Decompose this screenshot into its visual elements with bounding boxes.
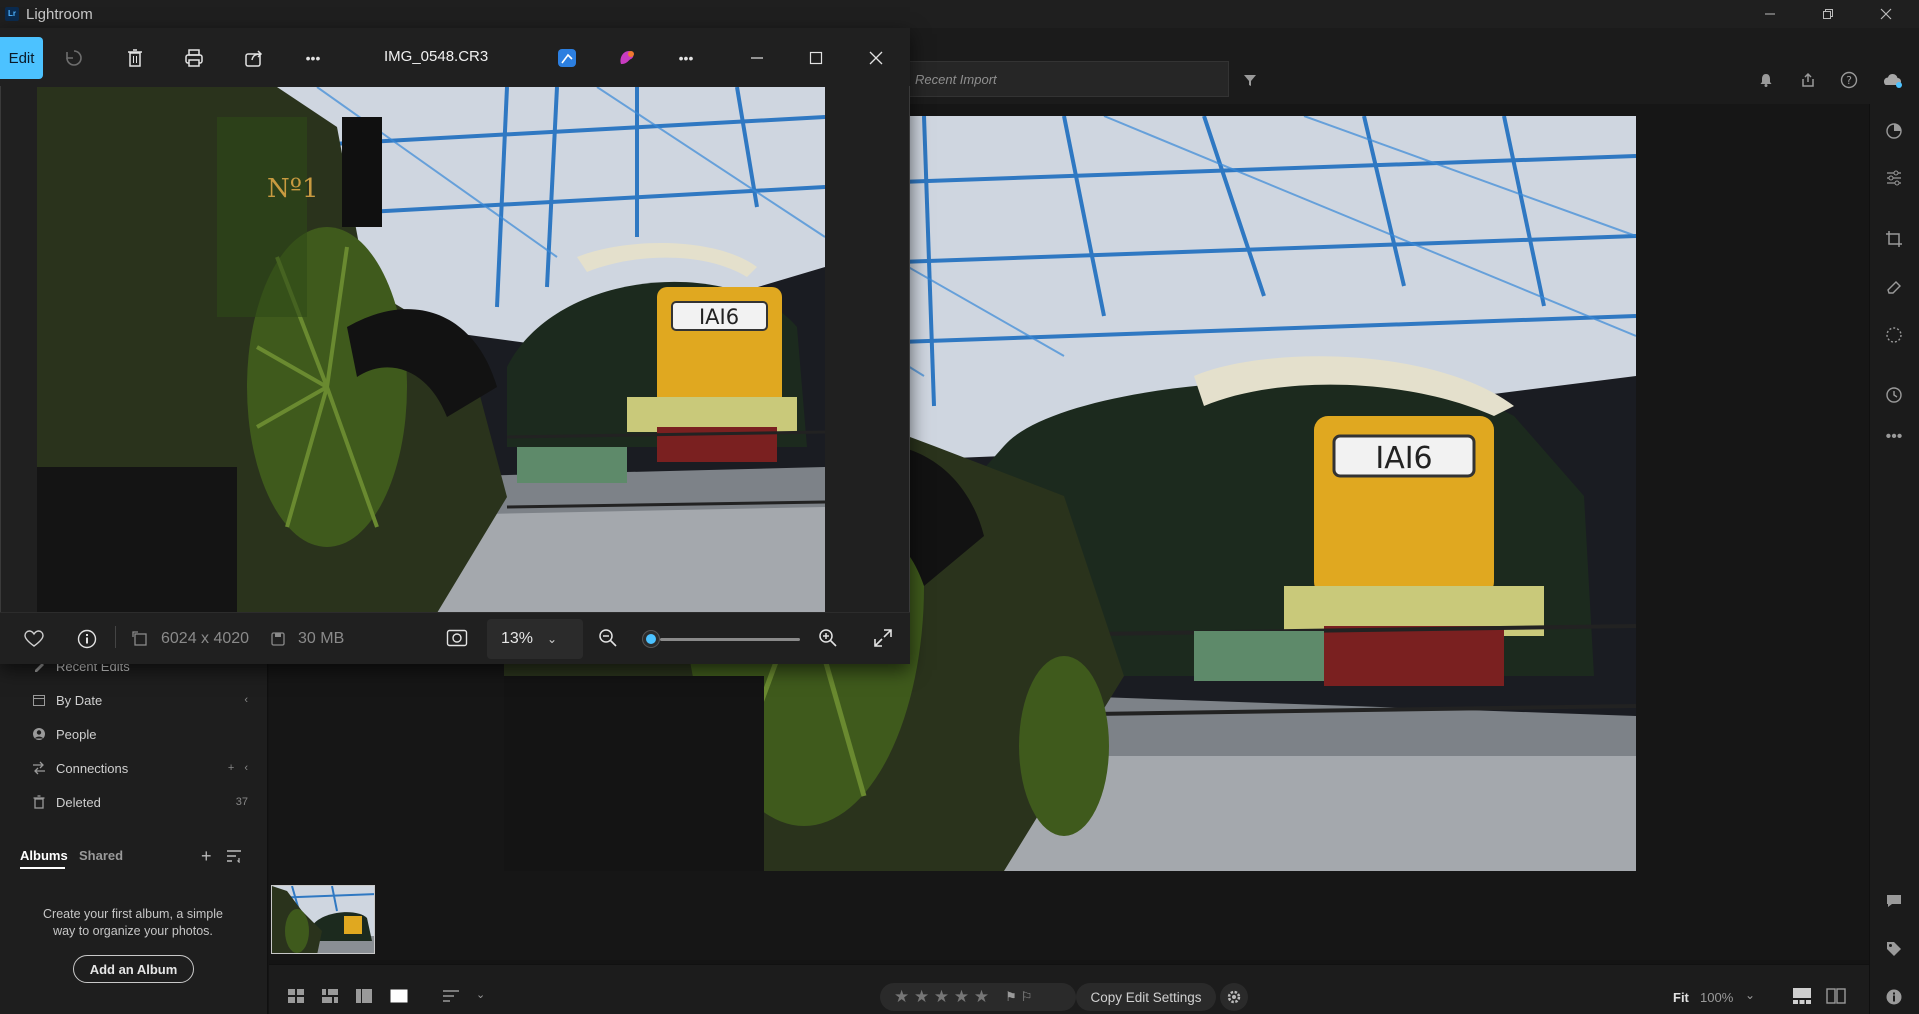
maximize-icon[interactable] (803, 45, 829, 71)
deleted-count: 37 (235, 796, 248, 808)
minimize-icon[interactable] (1742, 0, 1798, 28)
sort-icon[interactable] (442, 988, 460, 1004)
help-icon[interactable]: ? (1837, 68, 1861, 92)
lightroom-logo: Lr (5, 7, 19, 21)
cloud-sync-icon[interactable] (1880, 68, 1904, 92)
actual-size-icon[interactable] (446, 628, 468, 648)
fullscreen-icon[interactable] (873, 628, 893, 648)
lightroom-titlebar (0, 0, 1919, 28)
search-input[interactable]: Recent Import (900, 61, 1229, 97)
fit-zoom-option[interactable]: Fit (1673, 990, 1689, 1005)
close-icon[interactable] (863, 45, 889, 71)
zoom-100-option[interactable]: 100% (1700, 990, 1733, 1005)
compare-view-icon[interactable] (1826, 987, 1846, 1005)
show-filmstrip-icon[interactable] (1792, 987, 1812, 1005)
more-options-icon[interactable]: ••• (1883, 426, 1905, 448)
viewer-photo[interactable]: IAI6 Nº1 (37, 87, 825, 613)
sidebar-item-label: Connections (56, 760, 129, 776)
keyword-tag-icon[interactable] (1883, 938, 1905, 960)
history-icon[interactable] (1883, 384, 1905, 406)
svg-text:IAI6: IAI6 (699, 305, 739, 329)
dimensions-icon (132, 631, 148, 647)
zoom-value: 13% (501, 630, 534, 647)
bell-icon[interactable] (1754, 68, 1778, 92)
svg-text:?: ? (1846, 74, 1852, 87)
sidebar-item-connections[interactable]: Connections + ‹ (0, 751, 268, 785)
zoom-select[interactable]: 13% ⌄ (487, 619, 583, 659)
photo-editor-app-icon[interactable] (554, 45, 580, 71)
edit-button[interactable]: Edit (0, 37, 43, 79)
sort-dropdown-icon[interactable]: ⌄ (476, 988, 485, 1001)
file-size: 30 MB (298, 630, 345, 647)
detail-view-icon[interactable] (390, 988, 408, 1004)
filmstrip (269, 880, 1869, 960)
person-icon (32, 727, 46, 741)
tab-albums[interactable]: Albums (20, 848, 68, 863)
app-title: Lightroom (26, 6, 93, 23)
masking-icon[interactable] (1883, 324, 1905, 346)
sidebar-item-label: By Date (56, 692, 103, 708)
square-grid-icon[interactable] (287, 988, 305, 1004)
sort-albums-icon[interactable] (226, 849, 242, 863)
minimize-icon[interactable] (744, 45, 770, 71)
zoom-dropdown-icon[interactable]: ⌄ (1745, 988, 1755, 1002)
close-window-icon[interactable] (1858, 0, 1914, 28)
print-icon[interactable] (181, 45, 207, 71)
copy-edit-settings-button[interactable]: Copy Edit Settings (1076, 983, 1216, 1011)
zoom-in-icon[interactable] (818, 628, 838, 648)
trash-icon (32, 795, 46, 809)
chevron-left-icon[interactable]: ‹ (244, 762, 248, 774)
rating-stars[interactable]: ★ ★ ★ ★ ★ (894, 987, 989, 1007)
more-apps-icon[interactable]: ••• (673, 45, 699, 71)
svg-text:Nº1: Nº1 (267, 174, 319, 204)
share-icon[interactable] (1796, 68, 1820, 92)
album-empty-hint: Create your first album, a simple way to… (43, 907, 223, 938)
restore-icon[interactable] (1800, 0, 1856, 28)
star-rating[interactable]: ★ ★ ★ ★ ★ ⚑ ⚐ (880, 983, 1076, 1011)
photo-grid-icon[interactable] (321, 988, 339, 1004)
add-album-icon[interactable]: + (201, 846, 212, 867)
filmstrip-view-icon[interactable] (355, 988, 373, 1004)
flag-reject-icon[interactable]: ⚐ (1021, 989, 1033, 1005)
flag-pick-icon[interactable]: ⚑ (1005, 989, 1017, 1005)
edit-sliders-icon[interactable] (1883, 167, 1905, 189)
connections-icon (32, 761, 46, 775)
sidebar-item-deleted[interactable]: Deleted 37 (0, 785, 268, 819)
calendar-icon (32, 693, 46, 707)
svg-text:IAI6: IAI6 (1375, 441, 1432, 476)
file-name: IMG_0548.CR3 (384, 48, 489, 65)
sidebar-item-people[interactable]: People (0, 717, 268, 751)
eraser-icon[interactable] (1883, 276, 1905, 298)
rotate-icon[interactable] (61, 45, 87, 71)
sidebar-item-label: People (56, 726, 97, 742)
add-connection-icon[interactable]: + (228, 762, 234, 774)
share-icon[interactable] (241, 45, 267, 71)
file-info-icon[interactable] (77, 629, 97, 649)
more-options-icon[interactable]: ••• (300, 45, 326, 71)
designer-app-icon[interactable] (614, 45, 640, 71)
filmstrip-thumbnail[interactable] (271, 885, 375, 954)
sidebar-item-label: Deleted (56, 794, 101, 810)
delete-icon[interactable] (122, 45, 148, 71)
filesize-icon (270, 631, 286, 647)
add-album-button[interactable]: Add an Album (73, 955, 194, 983)
tab-shared[interactable]: Shared (79, 848, 123, 863)
presets-icon[interactable] (1883, 120, 1905, 142)
tab-albums-underline (20, 867, 65, 869)
crop-icon[interactable] (1883, 228, 1905, 250)
comment-icon[interactable] (1883, 890, 1905, 912)
zoom-slider-thumb[interactable] (643, 631, 659, 647)
sidebar-item-by-date[interactable]: By Date ‹ (0, 683, 268, 717)
zoom-out-icon[interactable] (598, 628, 618, 648)
filter-icon[interactable] (1238, 68, 1262, 92)
chevron-down-icon: ⌄ (547, 632, 558, 646)
info-icon[interactable] (1883, 986, 1905, 1008)
chevron-left-icon[interactable]: ‹ (244, 694, 248, 706)
gear-icon[interactable] (1220, 983, 1248, 1011)
status-divider (115, 626, 116, 648)
image-dimensions: 6024 x 4020 (161, 630, 250, 647)
favorite-icon[interactable] (24, 630, 44, 648)
zoom-slider-track[interactable] (660, 638, 800, 641)
